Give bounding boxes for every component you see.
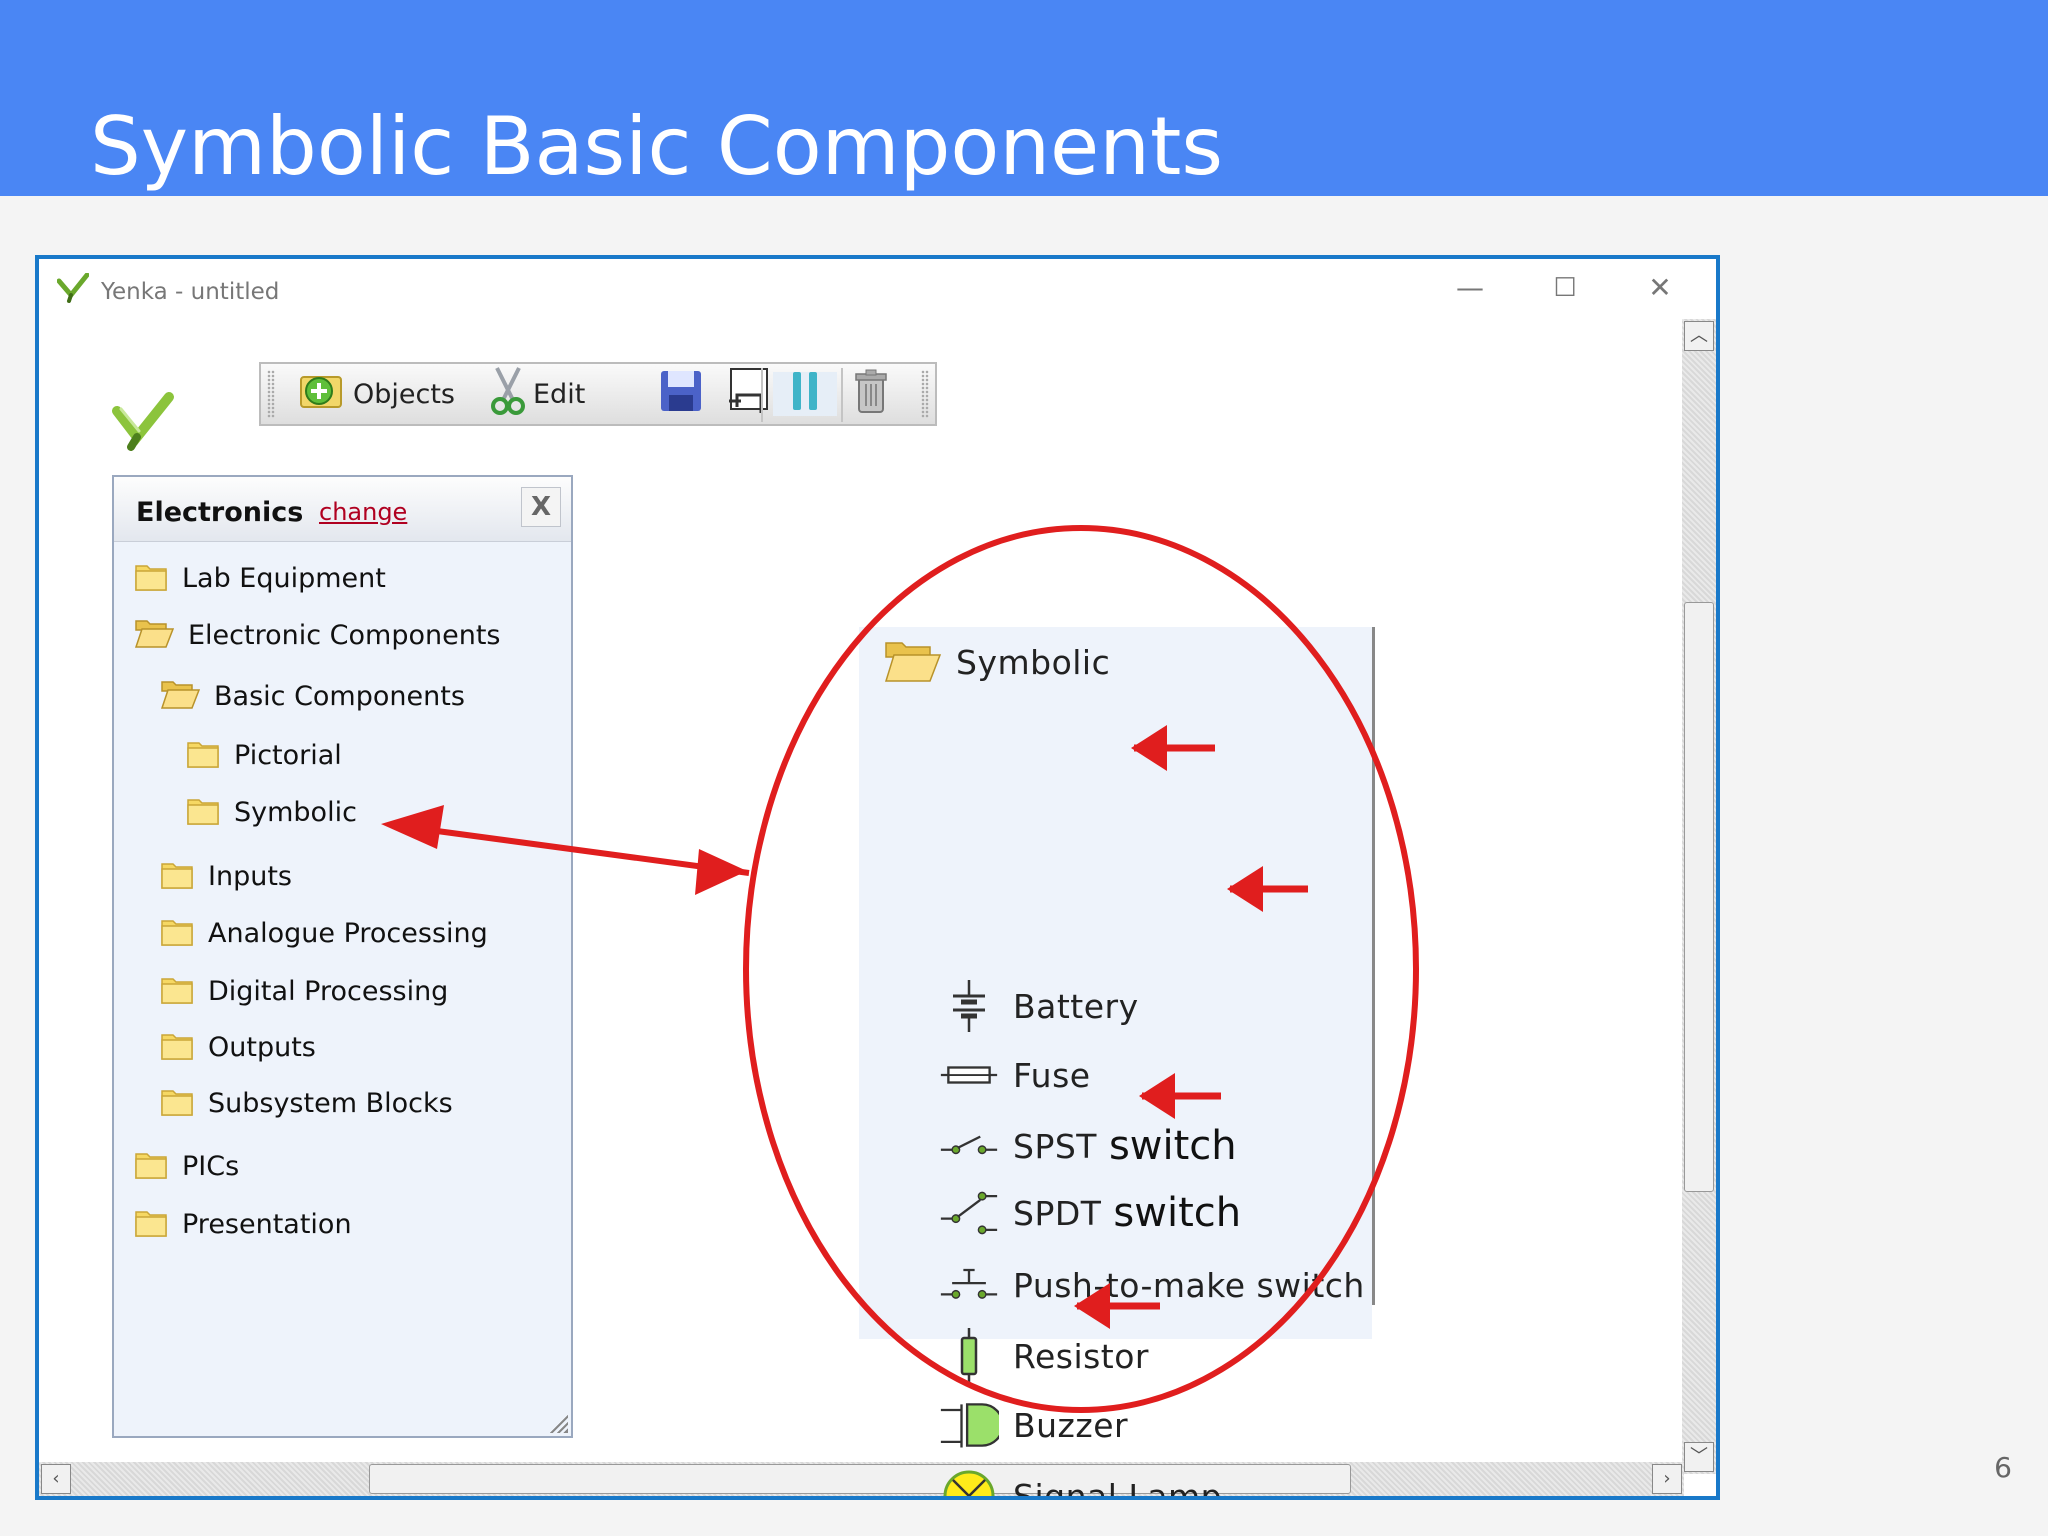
arrow-battery-annotation [1131,725,1215,771]
arrow-spst-annotation [1227,866,1308,912]
double-arrow-annotation [381,805,750,895]
highlight-ellipse [743,525,1419,1413]
app-window: Yenka - untitled — ☐ ✕ ︿ ﹀ ‹ › Objects E… [35,255,1720,1500]
annotation-layer [381,525,1419,1413]
page-number: 6 [1994,1451,2012,1484]
slide-header: Symbolic Basic Components [0,0,2048,196]
slide-title: Symbolic Basic Components [90,100,1224,193]
arrow-resistor-annotation [1139,1073,1221,1119]
arrow-led-annotation [1074,1283,1160,1329]
